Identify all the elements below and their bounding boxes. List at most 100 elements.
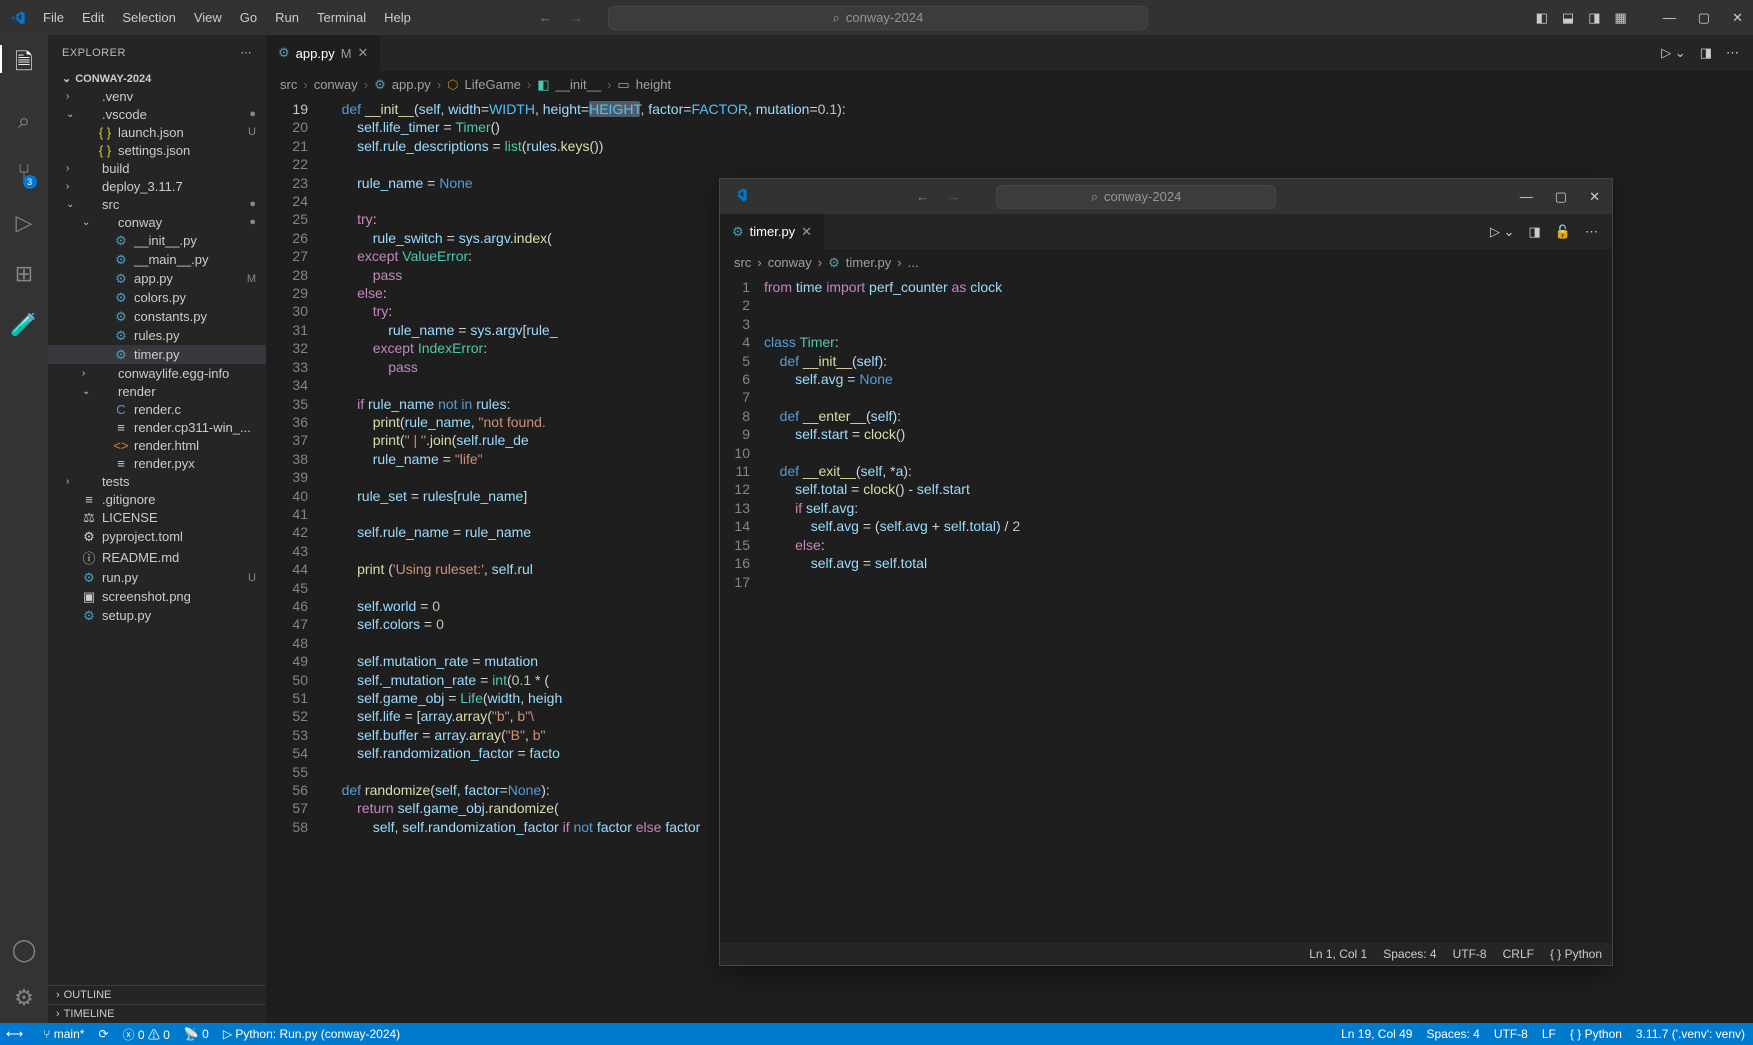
tree-item-readme-md[interactable]: ⓘREADME.md (48, 546, 266, 568)
nav-back-icon[interactable]: ← (916, 189, 929, 204)
search-icon[interactable]: ⌕ (18, 108, 30, 134)
ports-indicator[interactable]: 📡 0 (184, 1027, 209, 1041)
breadcrumb-item[interactable]: LifeGame (465, 77, 521, 92)
tab-close-icon[interactable]: ✕ (358, 45, 369, 61)
extensions-icon[interactable]: ⊞ (15, 261, 33, 287)
nav-forward-icon[interactable]: → (570, 10, 583, 25)
toggle-panel-right-icon[interactable]: ◨ (1588, 10, 1600, 26)
close-icon[interactable]: ✕ (1589, 189, 1600, 205)
python-interpreter[interactable]: 3.11.7 ('.venv': venv) (1636, 1027, 1745, 1041)
more-icon[interactable]: ⋯ (241, 46, 253, 59)
tree-item--gitignore[interactable]: ≡.gitignore (48, 490, 266, 508)
minimap[interactable] (1532, 276, 1612, 943)
encoding[interactable]: UTF-8 (1494, 1027, 1528, 1041)
run-icon[interactable]: ▷ ⌄ (1490, 224, 1515, 240)
timeline-section[interactable]: › TIMELINE (48, 1004, 266, 1023)
source-control-icon[interactable]: ⑂3 (17, 159, 30, 185)
tree-item-app-py[interactable]: ⚙app.pyM (48, 269, 266, 288)
toggle-panel-bottom-icon[interactable]: ⬓ (1562, 10, 1574, 26)
eol[interactable]: LF (1542, 1027, 1556, 1041)
tree-item-setup-py[interactable]: ⚙setup.py (48, 606, 266, 625)
breadcrumb-item[interactable]: conway (768, 255, 812, 270)
menu-selection[interactable]: Selection (114, 0, 183, 35)
remote-indicator[interactable]: ⟷ (0, 1023, 29, 1045)
language-mode[interactable]: { } Python (1550, 947, 1602, 961)
customize-layout-icon[interactable]: ▦ (1615, 10, 1627, 26)
readonly-icon[interactable]: 🔓 (1555, 224, 1571, 240)
menu-edit[interactable]: Edit (74, 0, 112, 35)
breadcrumbs[interactable]: src› conway› ⚙ app.py› ⬡ LifeGame› ◧ __i… (266, 71, 1753, 98)
debug-config[interactable]: ▷ Python: Run.py (conway-2024) (223, 1027, 400, 1041)
breadcrumb-item[interactable]: ... (908, 255, 919, 270)
more-icon[interactable]: ⋯ (1585, 224, 1598, 240)
menu-view[interactable]: View (186, 0, 230, 35)
sync-icon[interactable]: ⟳ (98, 1027, 108, 1041)
indentation[interactable]: Spaces: 4 (1426, 1027, 1479, 1041)
encoding[interactable]: UTF-8 (1453, 947, 1487, 961)
menu-terminal[interactable]: Terminal (309, 0, 374, 35)
cursor-position[interactable]: Ln 19, Col 49 (1341, 1027, 1412, 1041)
tree-item-launch-json[interactable]: { }launch.jsonU (48, 123, 266, 141)
breadcrumb-item[interactable]: timer.py (846, 255, 892, 270)
menu-file[interactable]: File (35, 0, 72, 35)
maximize-icon[interactable]: ▢ (1555, 189, 1567, 205)
tree-item-settings-json[interactable]: { }settings.json (48, 141, 266, 159)
tree-item-rules-py[interactable]: ⚙rules.py (48, 326, 266, 345)
indentation[interactable]: Spaces: 4 (1383, 947, 1436, 961)
run-icon[interactable]: ▷ ⌄ (1661, 45, 1686, 61)
command-center[interactable]: ⌕ conway-2024 (608, 6, 1148, 30)
eol[interactable]: CRLF (1503, 947, 1534, 961)
split-icon[interactable]: ◨ (1529, 224, 1541, 240)
split-icon[interactable]: ◨ (1700, 45, 1712, 61)
breadcrumb-item[interactable]: __init__ (556, 77, 602, 92)
branch-indicator[interactable]: ⑂ main* (43, 1027, 84, 1041)
menu-help[interactable]: Help (376, 0, 419, 35)
accounts-icon[interactable]: ◯ (12, 937, 37, 963)
tree-item--vscode[interactable]: ⌄.vscode● (48, 105, 266, 123)
breadcrumb-item[interactable]: app.py (392, 77, 431, 92)
tab-close-icon[interactable]: ✕ (801, 224, 812, 240)
code-content[interactable]: from time import perf_counter as clock c… (764, 276, 1532, 943)
minimap[interactable] (1643, 98, 1753, 1023)
command-center[interactable]: ⌕ conway-2024 (996, 185, 1276, 209)
tree-item-colors-py[interactable]: ⚙colors.py (48, 288, 266, 307)
tree-item-render-pyx[interactable]: ≡render.pyx (48, 454, 266, 472)
tree-item-render-cp311-win----[interactable]: ≡render.cp311-win_... (48, 418, 266, 436)
language-mode[interactable]: { } Python (1570, 1027, 1622, 1041)
tree-item-render-c[interactable]: Crender.c (48, 400, 266, 418)
tree-item-render-html[interactable]: <>render.html (48, 436, 266, 454)
maximize-icon[interactable]: ▢ (1698, 10, 1710, 26)
editor-body[interactable]: 1234567891011121314151617 from time impo… (720, 276, 1612, 943)
breadcrumb-item[interactable]: conway (314, 77, 358, 92)
problems-indicator[interactable]: ⓧ 0 ⚠ 0 (123, 1026, 170, 1043)
tree-item-deploy-3-11-7[interactable]: ›deploy_3.11.7 (48, 177, 266, 195)
tree-item-constants-py[interactable]: ⚙constants.py (48, 307, 266, 326)
tree-item-render[interactable]: ⌄render (48, 382, 266, 400)
tree-item-run-py[interactable]: ⚙run.pyU (48, 568, 266, 587)
tab-app-py[interactable]: ⚙ app.py M ✕ (266, 35, 381, 71)
explorer-icon[interactable]: 🗎 (15, 45, 33, 83)
tree-item--venv[interactable]: ›.venv (48, 87, 266, 105)
tree-item-conwaylife-egg-info[interactable]: ›conwaylife.egg-info (48, 364, 266, 382)
settings-gear-icon[interactable]: ⚙ (14, 985, 34, 1011)
run-debug-icon[interactable]: ▷ (16, 210, 33, 236)
tree-item-license[interactable]: ⚖LICENSE (48, 508, 266, 527)
tree-item-timer-py[interactable]: ⚙timer.py (48, 345, 266, 364)
tree-item-conway[interactable]: ⌄conway● (48, 213, 266, 231)
tree-item-pyproject-toml[interactable]: ⚙pyproject.toml (48, 527, 266, 546)
tree-item---main---py[interactable]: ⚙__main__.py (48, 250, 266, 269)
outline-section[interactable]: › OUTLINE (48, 985, 266, 1004)
breadcrumb-item[interactable]: src (734, 255, 751, 270)
minimize-icon[interactable]: — (1520, 189, 1533, 205)
tree-item---init---py[interactable]: ⚙__init__.py (48, 231, 266, 250)
tree-item-build[interactable]: ›build (48, 159, 266, 177)
nav-back-icon[interactable]: ← (539, 10, 552, 25)
cursor-position[interactable]: Ln 1, Col 1 (1309, 947, 1367, 961)
tree-item-src[interactable]: ⌄src● (48, 195, 266, 213)
tree-item-tests[interactable]: ›tests (48, 472, 266, 490)
tree-item-screenshot-png[interactable]: ▣screenshot.png (48, 587, 266, 606)
toggle-panel-left-icon[interactable]: ◧ (1536, 10, 1548, 26)
tab-timer-py[interactable]: ⚙ timer.py ✕ (720, 214, 825, 249)
workspace-folder[interactable]: ⌄ CONWAY-2024 (48, 70, 266, 87)
testing-icon[interactable]: 🧪 (10, 312, 37, 338)
